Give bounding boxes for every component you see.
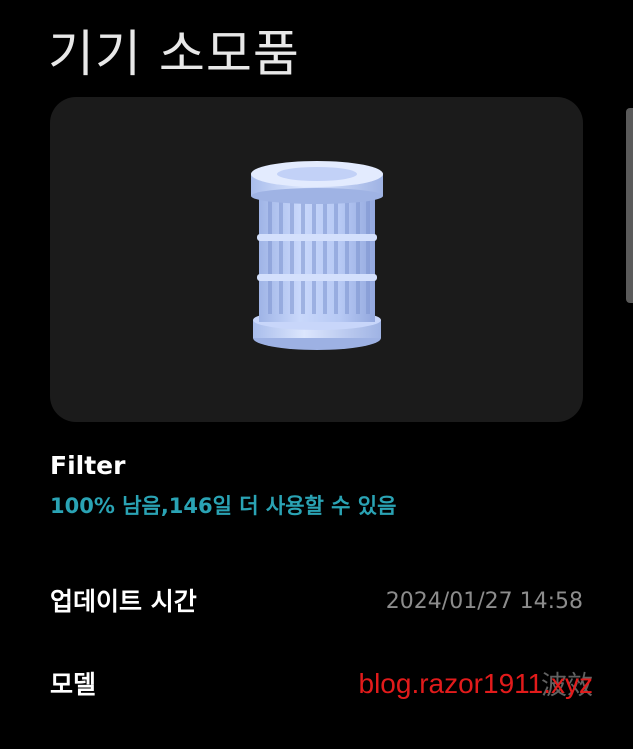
watermark-text: blog.razor1911.xyz: [358, 668, 594, 699]
model-label: 모델: [50, 670, 97, 699]
consumable-status: 100% 남음,146일 더 사용할 수 있음: [50, 494, 397, 518]
update-time-label: 업데이트 시간: [50, 587, 197, 616]
page-title: 기기 소모품: [48, 25, 300, 83]
air-filter-cartridge-icon: [251, 161, 383, 350]
consumable-name: Filter: [50, 451, 126, 480]
consumable-image-card: [50, 97, 583, 422]
scrollbar-thumb[interactable]: [626, 108, 633, 303]
update-time-value: 2024/01/27 14:58: [385, 589, 583, 614]
